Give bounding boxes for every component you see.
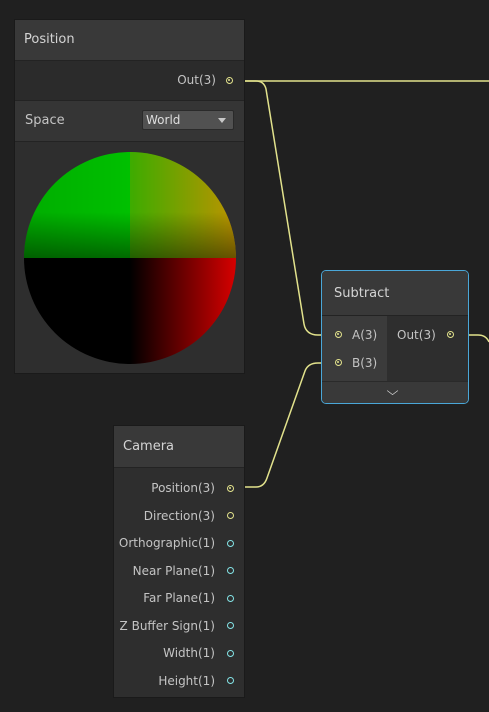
subtract-node-title[interactable]: Subtract [322,271,468,316]
subtract-input-b-port[interactable] [335,359,342,366]
subtract-out-port[interactable] [447,331,454,338]
camera-output-port[interactable] [227,622,234,629]
position-node-title[interactable]: Position [15,20,244,61]
chevron-down-icon: ⌵ [386,384,399,398]
node-preview [15,142,244,373]
subtract-input-a-label: A(3) [352,328,378,342]
collapse-toggle[interactable]: ⌵ [322,381,468,403]
camera-output-port[interactable] [227,594,234,602]
camera-output-port[interactable] [227,512,234,519]
subtract-inputs: A(3) B(3) [322,316,387,382]
subtract-node[interactable]: Subtract A(3) B(3) Out(3) ⌵ [321,270,469,404]
camera-node-title[interactable]: Camera [114,426,244,468]
subtract-outputs: Out(3) [387,316,468,382]
position-output-label: Out(3) [177,73,216,87]
camera-output-label: Width(1) [163,646,215,660]
camera-output-label: Orthographic(1) [118,536,215,550]
camera-outputs: Position(3) Direction(3) Orthographic(1) Ne… [114,467,244,697]
camera-output-label: Position(3) [151,481,215,495]
camera-output-label: Height(1) [158,673,215,688]
position-node[interactable]: Position Out(3) Space World [14,19,245,374]
position-out-port[interactable] [226,76,233,84]
camera-output-port[interactable] [227,677,234,684]
dropdown-arrow-icon [218,118,226,123]
camera-output-label: Far Plane(1) [143,591,215,605]
camera-output-port[interactable] [227,567,234,574]
camera-output-label: Z Buffer Sign(1) [119,618,215,633]
space-label: Space [25,113,65,128]
camera-output-label: Near Plane(1) [132,563,215,578]
subtract-input-a-port[interactable] [335,331,342,338]
subtract-output-label: Out(3) [397,328,436,342]
space-dropdown-value: World [146,113,181,127]
camera-output-port[interactable] [227,539,234,547]
position-node-outputs: Out(3) [15,61,244,101]
camera-output-port[interactable] [227,484,234,492]
space-setting-row: Space World [15,101,244,142]
camera-output-label: Direction(3) [143,508,215,523]
subtract-input-b-label: B(3) [352,356,378,370]
space-dropdown[interactable]: World [142,110,234,130]
camera-node[interactable]: Camera Position(3) Direction(3) Orthograph… [113,425,245,698]
camera-output-port[interactable] [227,649,234,657]
sphere-preview [24,152,236,364]
